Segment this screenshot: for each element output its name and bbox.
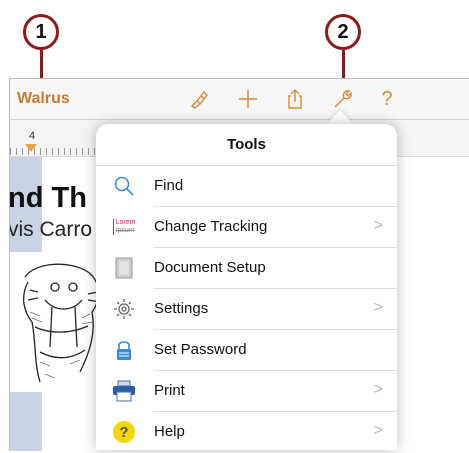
menu-item-label: Document Setup xyxy=(154,259,266,276)
chevron-right-icon: > xyxy=(373,217,383,234)
menu-item-find[interactable]: Find xyxy=(96,166,397,207)
lorem-text: Lorem xyxy=(115,219,136,226)
menu-item-label: Print xyxy=(154,382,185,399)
menu-item-label: Help xyxy=(154,423,185,440)
menu-item-label: Settings xyxy=(154,300,209,317)
gear-icon xyxy=(112,297,136,321)
menu-item-change-tracking[interactable]: Lorem Ipsum Change Tracking > xyxy=(96,207,397,248)
lock-icon xyxy=(112,338,136,362)
tools-popover: Tools Find Lorem Ipsum Change Tracking >… xyxy=(96,124,397,450)
ipsum-text: Ipsum xyxy=(115,227,135,234)
ruler-number: 4 xyxy=(29,130,36,142)
toolbar: Walrus ? xyxy=(10,79,469,120)
chevron-right-icon: > xyxy=(373,422,383,439)
menu-item-label: Change Tracking xyxy=(154,218,268,235)
document-title-button[interactable]: Walrus xyxy=(17,90,70,108)
help-circle-glyph: ? xyxy=(113,421,135,443)
menu-item-settings[interactable]: Settings > xyxy=(96,289,397,330)
callout-2: 2 xyxy=(325,14,361,50)
menu-item-label: Set Password xyxy=(154,341,247,358)
help-icon[interactable]: ? xyxy=(373,85,401,113)
printer-icon xyxy=(112,379,136,403)
help-glyph: ? xyxy=(381,87,393,110)
document-heading: nd Th xyxy=(9,182,87,214)
menu-item-document-setup[interactable]: Document Setup xyxy=(96,248,397,289)
paintbrush-icon[interactable] xyxy=(185,85,213,113)
walrus-illustration xyxy=(10,252,110,392)
menu-item-help[interactable]: ? Help > xyxy=(96,412,397,453)
document-author: vis Carro xyxy=(9,218,93,241)
menu-item-label: Find xyxy=(154,177,184,194)
magnifier-icon xyxy=(112,174,136,198)
chevron-right-icon: > xyxy=(373,381,383,398)
ruler-ticks xyxy=(10,148,110,155)
plus-icon[interactable] xyxy=(234,85,262,113)
menu-item-print[interactable]: Print > xyxy=(96,371,397,412)
popover-title: Tools xyxy=(96,124,397,166)
callout-2-number: 2 xyxy=(337,20,349,43)
callout-1: 1 xyxy=(23,14,59,50)
chevron-right-icon: > xyxy=(373,299,383,316)
menu-item-set-password[interactable]: Set Password xyxy=(96,330,397,371)
wrench-icon[interactable] xyxy=(329,85,357,113)
callout-1-number: 1 xyxy=(35,20,47,43)
document-icon xyxy=(112,256,136,280)
lorem-ipsum-icon: Lorem Ipsum xyxy=(112,215,136,239)
share-icon[interactable] xyxy=(281,85,309,113)
question-circle-icon: ? xyxy=(112,420,136,444)
